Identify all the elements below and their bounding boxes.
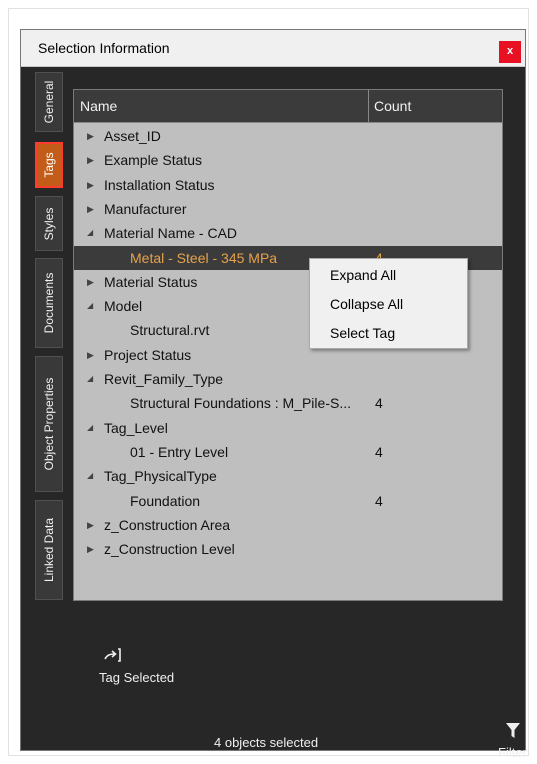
tree-row-count: 4	[375, 395, 383, 412]
tree-row[interactable]: ◢ Tag_Level	[74, 416, 502, 440]
tag-selected-button[interactable]: Tag Selected	[97, 646, 187, 690]
collapsed-caret-icon[interactable]: ▶	[87, 148, 94, 172]
tree-row[interactable]: ▶ Manufacturer	[74, 197, 502, 221]
tree-row[interactable]: ▶ Asset_ID	[74, 124, 502, 148]
expanded-caret-icon[interactable]: ◢	[87, 464, 93, 488]
collapsed-caret-icon[interactable]: ▶	[87, 343, 94, 367]
tree-row-label: Tag_PhysicalType	[104, 468, 217, 485]
tree-row-label: z_Construction Level	[104, 541, 235, 558]
tree-row-label: Material Name - CAD	[104, 225, 238, 242]
tab-styles-label: Styles	[42, 207, 56, 240]
menu-item-expand-all[interactable]: Expand All	[330, 267, 396, 283]
tab-documents-label: Documents	[42, 272, 56, 334]
selection-status: 4 objects selected	[214, 735, 319, 750]
tree-row-label: Foundation	[130, 492, 201, 509]
tree-row-label: 01 - Entry Level	[130, 443, 229, 460]
tree-row[interactable]: Structural Foundations : M_Pile-S... 4	[74, 391, 502, 415]
tree-row-label: Metal - Steel - 345 MPa	[130, 249, 278, 266]
tree-row-count: 4	[375, 492, 383, 509]
tree-row-label: Revit_Family_Type	[104, 371, 224, 387]
tree-header: Name Count	[74, 90, 502, 123]
tree-row[interactable]: 01 - Entry Level 4	[74, 440, 502, 464]
expanded-caret-icon[interactable]: ◢	[87, 416, 93, 440]
filter-label: Filter	[498, 745, 527, 760]
tab-tags[interactable]: Tags	[35, 142, 63, 188]
tree-row-label: Tag_Level	[104, 419, 168, 436]
tab-general[interactable]: General	[35, 72, 63, 132]
tab-documents[interactable]: Documents	[35, 258, 63, 348]
window-title: Selection Information	[38, 40, 170, 56]
filter-button[interactable]: Filter	[491, 723, 535, 763]
tree-row-label: Model	[104, 298, 143, 315]
tab-linked-data-label: Linked Data	[42, 517, 56, 583]
collapsed-caret-icon[interactable]: ▶	[87, 124, 94, 148]
tag-arrow-icon	[104, 648, 121, 662]
tree-row[interactable]: ▶ Installation Status	[74, 173, 502, 197]
expanded-caret-icon[interactable]: ◢	[87, 221, 93, 245]
tree-row[interactable]: ◢ Tag_PhysicalType	[74, 464, 502, 488]
menu-item-select-tag[interactable]: Select Tag	[330, 325, 395, 341]
tag-selected-label: Tag Selected	[99, 670, 175, 685]
column-divider[interactable]	[368, 90, 369, 122]
tree-row[interactable]: ▶ Example Status	[74, 148, 502, 172]
tree-row-label: Structural.rvt	[130, 322, 210, 339]
tab-linked-data[interactable]: Linked Data	[35, 500, 63, 600]
expanded-caret-icon[interactable]: ◢	[87, 367, 93, 391]
collapsed-caret-icon[interactable]: ▶	[87, 537, 94, 561]
tree-row-label: Asset_ID	[104, 128, 161, 144]
expanded-caret-icon[interactable]: ◢	[87, 294, 93, 318]
tree-row-label: Manufacturer	[104, 200, 187, 217]
tab-styles[interactable]: Styles	[35, 196, 63, 251]
collapsed-caret-icon[interactable]: ▶	[87, 270, 94, 294]
context-menu: Expand All Collapse All Select Tag	[309, 258, 468, 349]
close-icon: x	[506, 45, 514, 57]
collapsed-caret-icon[interactable]: ▶	[87, 173, 94, 197]
tab-object-properties-label: Object Properties	[42, 377, 56, 471]
close-button[interactable]: x	[499, 41, 521, 63]
selection-information-window: Selection Information x General Tags Sty…	[20, 29, 527, 760]
tree-row[interactable]: Foundation 4	[74, 489, 502, 513]
tree-row-label: Example Status	[104, 152, 203, 169]
tree-row-count: 4	[375, 443, 383, 460]
tree-row[interactable]: ◢ Material Name - CAD	[74, 221, 502, 245]
tree-row-label: Structural Foundations : M_Pile-S...	[130, 395, 351, 412]
collapsed-caret-icon[interactable]: ▶	[87, 197, 94, 221]
funnel-icon	[506, 723, 520, 738]
tree-row[interactable]: ▶ z_Construction Area	[74, 513, 502, 537]
tab-tags-label: Tags	[42, 152, 56, 178]
tree-row[interactable]: ▶ z_Construction Level	[74, 537, 502, 561]
tree-row[interactable]: ◢ Revit_Family_Type	[74, 367, 502, 391]
menu-item-collapse-all[interactable]: Collapse All	[330, 296, 403, 312]
tree-row-label: Project Status	[104, 346, 192, 363]
title-bar[interactable]: Selection Information x	[21, 30, 525, 67]
tab-general-label: General	[42, 80, 56, 124]
tree-row-label: Installation Status	[104, 176, 215, 193]
column-header-name[interactable]: Name	[80, 98, 117, 114]
collapsed-caret-icon[interactable]: ▶	[87, 513, 94, 537]
tree-row-label: Material Status	[104, 273, 198, 290]
tab-object-properties[interactable]: Object Properties	[35, 356, 63, 492]
tree-row-label: z_Construction Area	[104, 516, 231, 533]
column-header-count[interactable]: Count	[374, 98, 411, 114]
